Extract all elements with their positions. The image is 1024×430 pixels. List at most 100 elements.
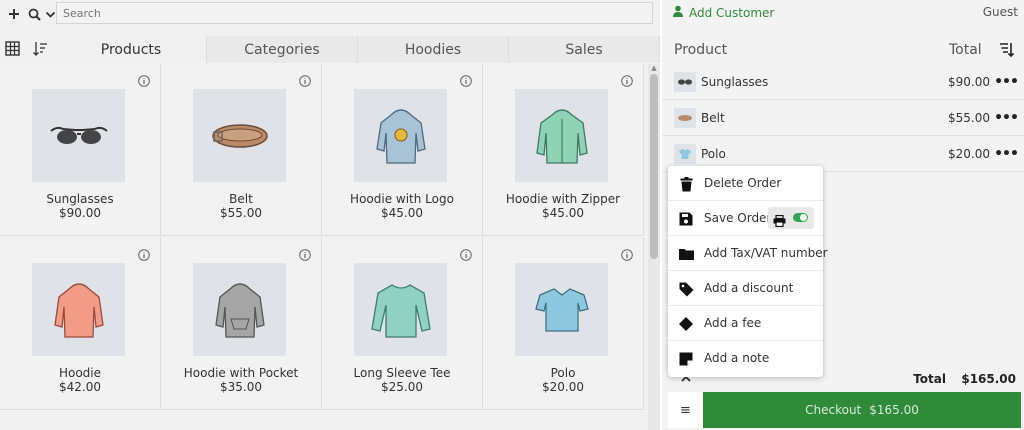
hoodie-logo-image <box>354 89 447 182</box>
add-customer-button[interactable]: Add Customer <box>672 5 774 20</box>
menu-item-add-discount[interactable]: Add a discount <box>668 271 823 306</box>
product-name: Hoodie <box>58 366 102 380</box>
more-options-icon[interactable]: ••• <box>994 107 1019 129</box>
product-price: $45.00 <box>381 206 423 220</box>
product-card[interactable]: Belt $55.00 <box>161 64 322 236</box>
more-options-icon[interactable]: ••• <box>994 71 1019 93</box>
product-card[interactable]: Hoodie with Logo $45.00 <box>322 64 483 236</box>
product-card[interactable]: Long Sleeve Tee $25.00 <box>322 238 483 410</box>
menu-item-save-order[interactable]: Save Order <box>668 201 823 236</box>
sunglasses-thumb <box>674 72 696 92</box>
product-price: $42.00 <box>59 380 101 394</box>
info-icon[interactable] <box>460 72 472 87</box>
product-name: Long Sleeve Tee <box>353 366 451 380</box>
tab-hoodies[interactable]: Hoodies <box>358 36 509 63</box>
product-name: Hoodie with Pocket <box>183 366 299 380</box>
product-grid-scrollbar[interactable]: ▲ <box>648 64 660 430</box>
cart-header-total: Total <box>949 42 982 58</box>
menu-item-label: Add a fee <box>704 316 762 330</box>
product-price: $35.00 <box>220 380 262 394</box>
print-toggle[interactable] <box>768 207 814 229</box>
menu-item-add-tax[interactable]: Add Tax/VAT number <box>668 236 828 271</box>
cart-header-product: Product <box>674 42 728 58</box>
product-name: Polo <box>550 366 576 380</box>
info-icon[interactable] <box>621 246 633 261</box>
info-icon[interactable] <box>299 246 311 261</box>
product-price: $90.00 <box>59 206 101 220</box>
scroll-up-icon[interactable]: ▲ <box>650 64 658 72</box>
info-icon[interactable] <box>621 72 633 87</box>
belt-thumb <box>674 108 696 128</box>
trash-icon <box>678 176 694 192</box>
tab-sales[interactable]: Sales <box>509 36 660 63</box>
info-icon[interactable] <box>138 246 150 261</box>
bottom-actions: ≡ Checkout $165.00 <box>662 392 1024 430</box>
product-card[interactable]: Hoodie with Pocket $35.00 <box>161 238 322 410</box>
info-icon[interactable] <box>299 72 311 87</box>
product-price: $55.00 <box>220 206 262 220</box>
hoodie-zipper-image <box>515 89 608 182</box>
menu-icon[interactable]: ≡ <box>668 392 703 428</box>
top-toolbar <box>0 0 660 28</box>
product-card[interactable]: Polo $20.00 <box>483 238 644 410</box>
print-toggle-switch[interactable] <box>793 213 808 222</box>
scroll-thumb[interactable] <box>650 74 658 259</box>
plus-icon[interactable] <box>6 6 22 22</box>
product-name: Hoodie with Zipper <box>505 192 621 206</box>
info-icon[interactable] <box>460 246 472 261</box>
checkout-amount: $165.00 <box>869 403 919 417</box>
menu-item-add-fee[interactable]: Add a fee <box>668 306 823 341</box>
cart-item-name: Sunglasses <box>701 75 769 89</box>
order-actions-menu: Delete Order Save Order Add Tax/VAT numb… <box>668 166 828 377</box>
cart-item-name: Belt <box>701 111 725 125</box>
cart-item-price: $90.00 <box>948 75 990 89</box>
search-input[interactable] <box>56 2 653 24</box>
grid-view-icon[interactable] <box>5 41 20 60</box>
cart-header: Product Total <box>662 36 1024 64</box>
tab-products[interactable]: Products <box>56 36 207 63</box>
polo-thumb <box>674 144 696 164</box>
product-name: Hoodie with Logo <box>350 192 454 206</box>
product-grid: Sunglasses $90.00 Belt $55.00 Hoodie wit… <box>0 64 646 430</box>
menu-item-label: Add a note <box>704 351 770 365</box>
tag-icon <box>678 281 694 297</box>
tab-categories[interactable]: Categories <box>207 36 358 63</box>
info-icon[interactable] <box>138 72 150 87</box>
product-card[interactable]: Hoodie with Zipper $45.00 <box>483 64 644 236</box>
folder-icon <box>678 246 694 262</box>
cart-item-name: Polo <box>701 147 726 161</box>
product-name: Sunglasses <box>46 192 114 206</box>
product-price: $45.00 <box>542 206 584 220</box>
belt-image <box>193 89 286 182</box>
checkout-button[interactable]: Checkout $165.00 <box>703 392 1021 428</box>
current-customer[interactable]: Guest <box>983 5 1018 19</box>
diamond-icon <box>678 316 694 332</box>
save-icon <box>678 211 694 227</box>
add-customer-label: Add Customer <box>689 5 775 20</box>
product-name: Belt <box>229 192 253 206</box>
product-card[interactable]: Sunglasses $90.00 <box>0 64 161 236</box>
menu-item-delete-order[interactable]: Delete Order <box>668 166 823 201</box>
printer-icon <box>773 212 786 231</box>
long-sleeve-tee-image <box>354 263 447 356</box>
sort-icon[interactable] <box>32 41 48 60</box>
products-panel: Products Categories Hoodies Sales Sungla… <box>0 0 660 430</box>
cart-line-item[interactable]: Sunglasses $90.00 ••• <box>662 65 1024 100</box>
cart-item-price: $55.00 <box>948 111 990 125</box>
user-plus-icon <box>672 5 684 20</box>
product-price: $20.00 <box>542 380 584 394</box>
menu-item-label: Save Order <box>704 211 772 225</box>
polo-image <box>515 263 608 356</box>
sunglasses-image <box>32 89 125 182</box>
menu-item-label: Add Tax/VAT number <box>704 246 828 260</box>
menu-item-label: Delete Order <box>704 176 782 190</box>
product-card[interactable]: Hoodie $42.00 <box>0 238 161 410</box>
menu-item-add-note[interactable]: Add a note <box>668 341 823 376</box>
note-icon <box>678 351 694 367</box>
menu-item-label: Add a discount <box>704 281 794 295</box>
search-icon[interactable] <box>26 6 42 22</box>
tab-bar: Products Categories Hoodies Sales <box>0 36 660 63</box>
cart-line-item[interactable]: Belt $55.00 ••• <box>662 101 1024 136</box>
more-options-icon[interactable]: ••• <box>994 143 1019 165</box>
sort-icon[interactable] <box>999 42 1015 58</box>
